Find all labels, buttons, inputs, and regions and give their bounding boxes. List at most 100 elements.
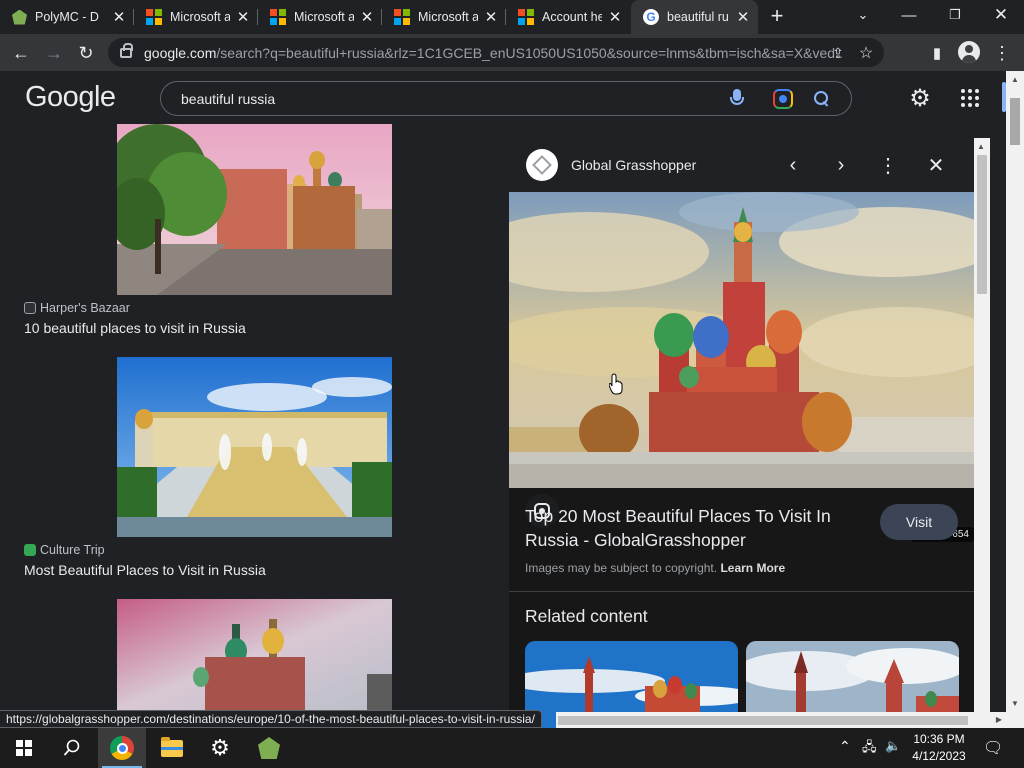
start-button[interactable] [0, 728, 48, 768]
lock-icon [120, 42, 133, 58]
close-icon[interactable]: ✕ [360, 8, 374, 26]
preview-image[interactable]: 1,024 × 654 [509, 192, 974, 542]
microsoft-icon [518, 9, 534, 25]
chevron-right-icon[interactable]: › [828, 152, 854, 178]
scroll-up-arrow[interactable]: ▲ [977, 142, 985, 151]
scroll-right-arrow[interactable]: ▶ [996, 715, 1002, 724]
taskbar: ⚙ ⌃ 🖧 🔈 10:36 PM 4/12/2023 🗨 [0, 728, 1024, 768]
page-scrollbar[interactable]: ▲ ▼ [1006, 71, 1024, 728]
bookmark-star-icon[interactable]: ☆ [854, 41, 878, 65]
search-input[interactable]: beautiful russia [181, 91, 275, 107]
close-icon[interactable]: ✕ [112, 8, 126, 26]
google-lens-icon[interactable] [773, 89, 793, 109]
result-image-3[interactable] [117, 599, 392, 710]
settings-taskbar-button[interactable]: ⚙ [196, 728, 244, 768]
learn-more-link[interactable]: Learn More [720, 561, 785, 575]
folder-icon [161, 736, 183, 757]
address-bar[interactable]: google.com/search?q=beautiful+russia&rlz… [108, 38, 884, 67]
polymc-icon [12, 9, 27, 25]
more-vert-icon[interactable]: ⋮ [875, 152, 901, 178]
scrollbar-thumb[interactable] [977, 155, 987, 294]
search-icon [63, 739, 80, 756]
tab-title: Account he [542, 10, 602, 24]
result-image-1[interactable] [117, 124, 392, 295]
result-title-2[interactable]: Most Beautiful Places to Visit in Russia [24, 562, 266, 578]
profile-avatar[interactable] [958, 41, 980, 63]
polymc-icon [258, 737, 280, 759]
scrollbar-thumb[interactable] [1010, 98, 1020, 145]
tab-account-help[interactable]: Account he ✕ [506, 0, 630, 34]
url-path: /search?q=beautiful+russia&rlz=1C1GCEB_e… [216, 44, 844, 61]
browser-toolbar: ← → ↻ google.com/search?q=beautiful+russ… [0, 34, 1024, 71]
screen: PolyMC - D ✕ Microsoft a ✕ Microsoft a ✕… [0, 0, 1024, 768]
gear-icon: ⚙ [210, 735, 230, 760]
close-icon[interactable]: ✕ [923, 152, 949, 178]
file-explorer-button[interactable] [148, 728, 196, 768]
close-icon[interactable]: ✕ [736, 8, 750, 26]
back-button[interactable]: ← [8, 40, 34, 66]
forward-button[interactable]: → [41, 40, 67, 66]
reload-button[interactable]: ↻ [73, 40, 99, 66]
system-clock[interactable]: 10:36 PM 4/12/2023 [907, 731, 971, 765]
network-icon[interactable]: 🖧 [862, 738, 877, 760]
search-button[interactable] [48, 728, 96, 768]
google-logo[interactable]: Google [25, 81, 116, 114]
horizontal-scrollbar[interactable]: ▶ [556, 712, 1006, 728]
chrome-icon [110, 736, 134, 760]
related-content-heading: Related content [525, 606, 648, 626]
close-icon[interactable]: ✕ [484, 8, 498, 26]
volume-icon[interactable]: 🔈 [885, 738, 901, 754]
result-source-2[interactable]: Culture Trip [24, 543, 105, 557]
microphone-icon[interactable] [730, 89, 744, 109]
tab-microsoft-3[interactable]: Microsoft a ✕ [382, 0, 506, 34]
scroll-down-arrow[interactable]: ▼ [1011, 699, 1019, 708]
notification-icon[interactable]: 🗨 [983, 738, 1003, 758]
close-icon[interactable]: ✕ [236, 8, 250, 26]
result-source-1[interactable]: Harper's Bazaar [24, 301, 130, 315]
settings-gear-icon[interactable]: ⚙ [907, 85, 933, 112]
copyright-text: Images may be subject to copyright. [525, 561, 718, 575]
tab-google-search[interactable]: G beautiful ru ✕ [631, 0, 758, 34]
tab-microsoft-2[interactable]: Microsoft a ✕ [258, 0, 382, 34]
share-icon[interactable]: ⇪ [826, 41, 850, 65]
side-panel-icon[interactable]: ▮ [924, 40, 950, 66]
chevron-up-icon[interactable]: ⌃ [839, 738, 851, 755]
tab-title: Microsoft a [294, 10, 354, 24]
microsoft-icon [270, 9, 286, 25]
source-name: Culture Trip [40, 543, 105, 557]
page-content: Google beautiful russia ⚙ Harper's Bazaa… [0, 71, 1024, 728]
microsoft-icon [146, 9, 162, 25]
close-icon[interactable]: ✕ [608, 8, 622, 26]
url-text[interactable]: google.com/search?q=beautiful+russia&rlz… [144, 45, 844, 61]
result-image-2[interactable] [117, 357, 392, 537]
new-tab-button[interactable]: + [766, 5, 788, 29]
minimize-button[interactable]: — [886, 0, 932, 30]
chevron-left-icon[interactable]: ‹ [780, 152, 806, 178]
chrome-taskbar-button[interactable] [98, 728, 146, 768]
tab-polymc[interactable]: PolyMC - D ✕ [0, 0, 134, 34]
search-box[interactable]: beautiful russia [160, 81, 852, 116]
preview-title[interactable]: Top 20 Most Beautiful Places To Visit In… [525, 504, 865, 552]
google-header: Google beautiful russia ⚙ [0, 71, 1006, 125]
tab-search-button[interactable]: ⌄ [840, 0, 886, 30]
search-icon[interactable] [813, 90, 831, 108]
site-name[interactable]: Global Grasshopper [571, 157, 696, 173]
culture-trip-icon [24, 544, 36, 556]
restore-button[interactable]: ❐ [932, 0, 978, 30]
site-logo[interactable] [526, 149, 558, 181]
close-window-button[interactable]: ✕ [978, 0, 1024, 30]
scrollbar-thumb[interactable] [558, 716, 968, 725]
menu-kebab-icon[interactable]: ⋮ [989, 40, 1015, 66]
harpers-bazaar-icon [24, 302, 36, 314]
divider [509, 591, 974, 592]
source-name: Harper's Bazaar [40, 301, 130, 315]
visit-button[interactable]: Visit [880, 504, 958, 540]
scroll-up-arrow[interactable]: ▲ [1011, 75, 1019, 84]
tab-microsoft-1[interactable]: Microsoft a ✕ [134, 0, 258, 34]
church-domes-photo [117, 599, 392, 710]
result-title-1[interactable]: 10 beautiful places to visit in Russia [24, 320, 246, 336]
tab-title: PolyMC - D [35, 10, 99, 24]
google-apps-icon[interactable] [961, 89, 979, 107]
polymc-taskbar-button[interactable] [245, 728, 293, 768]
panel-scrollbar[interactable]: ▲ ▼ [974, 138, 990, 728]
